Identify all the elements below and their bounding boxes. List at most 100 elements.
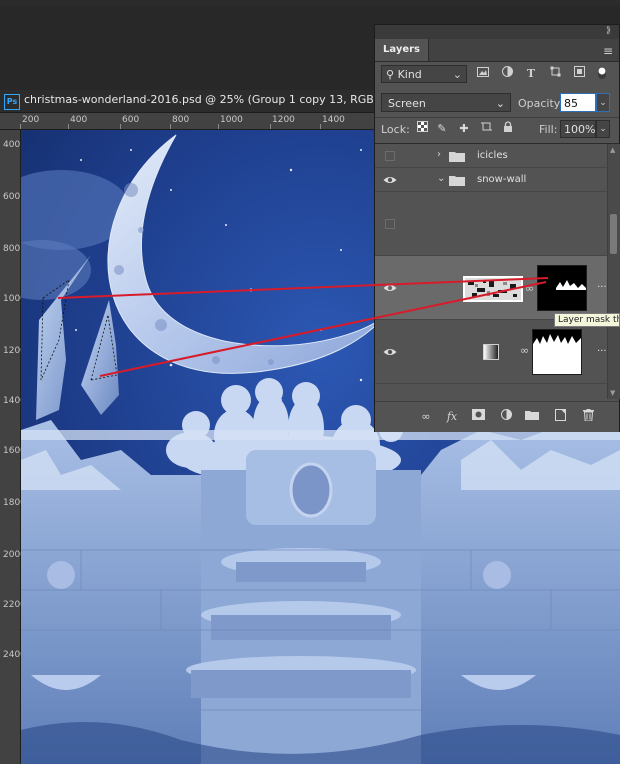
- fill-input[interactable]: 100%: [560, 120, 596, 138]
- eye-icon[interactable]: [383, 347, 397, 357]
- ruler-tick-label: 2200: [3, 600, 26, 610]
- shape-filter-icon[interactable]: [547, 65, 563, 83]
- lock-artboard-icon[interactable]: [479, 121, 493, 137]
- layers-bottom-toolbar: ∞ fx: [375, 401, 619, 432]
- ruler-mark: [170, 124, 171, 129]
- ruler-tick-label: 1000: [3, 294, 26, 304]
- panel-tab-bar: Layers ≡: [375, 39, 619, 62]
- chevron-right-icon[interactable]: ›: [437, 149, 441, 160]
- scrollbar-thumb[interactable]: [610, 214, 617, 254]
- adjustment-filter-icon[interactable]: [499, 65, 515, 83]
- adjustment-layer-icon[interactable]: [497, 409, 515, 425]
- ruler-tick-label: 200: [22, 115, 40, 125]
- chevron-down-icon: ⌄: [452, 68, 462, 81]
- layer-row-hidden[interactable]: [375, 192, 607, 256]
- ruler-mark: [218, 124, 219, 129]
- new-layer-icon[interactable]: [551, 409, 569, 425]
- ruler-tick-label: 2400: [3, 650, 26, 660]
- type-filter-icon[interactable]: T: [523, 65, 539, 83]
- trash-icon[interactable]: [579, 409, 597, 425]
- filter-kind-select[interactable]: ⚲ Kind ⌄: [381, 65, 467, 83]
- layer-mask-thumbnail[interactable]: [537, 265, 587, 311]
- folder-icon: [449, 151, 465, 162]
- ruler-mark: [120, 124, 121, 129]
- lock-transparent-pixels-icon[interactable]: [415, 121, 429, 137]
- panel-menu-icon[interactable]: ≡: [603, 44, 613, 58]
- lock-all-icon[interactable]: [501, 121, 515, 137]
- ruler-tick-label: 1200: [3, 346, 26, 356]
- fill-dropdown-icon[interactable]: ⌄: [596, 120, 610, 138]
- layer-thumbnail[interactable]: [463, 276, 523, 302]
- lock-label: Lock:: [381, 123, 410, 136]
- layer-name: snow-wall: [477, 174, 527, 185]
- tab-layers[interactable]: Layers: [375, 39, 429, 61]
- scroll-down-icon[interactable]: ▼: [610, 389, 615, 397]
- layers-scrollbar[interactable]: ▲ ▼: [607, 144, 620, 399]
- layer-row-selected[interactable]: ∞ ···: [375, 256, 607, 320]
- opacity-label: Opacity:: [518, 97, 564, 110]
- visibility-toggle-empty[interactable]: [385, 151, 395, 161]
- lock-image-pixels-icon[interactable]: ✎: [435, 121, 449, 137]
- ruler-tick-label: 1600: [3, 446, 26, 456]
- gradient-adjustment-icon[interactable]: [483, 344, 499, 360]
- blend-mode-value: Screen: [388, 97, 426, 110]
- filter-toggle-switch[interactable]: [597, 66, 607, 80]
- layers-panel[interactable]: ⟫ Layers ≡ ⚲ Kind ⌄ T Screen ⌄ Opacity: …: [374, 24, 620, 432]
- ruler-tick-label: 1800: [3, 498, 26, 508]
- blend-mode-select[interactable]: Screen ⌄: [381, 93, 511, 112]
- layer-row-snow-wall[interactable]: ⌄ snow-wall: [375, 168, 607, 192]
- eye-icon[interactable]: [383, 283, 397, 293]
- chevron-down-icon: ⌄: [495, 97, 505, 110]
- more-options-icon[interactable]: ···: [597, 346, 607, 357]
- layer-mask-thumbnail[interactable]: [532, 329, 582, 375]
- ruler-tick-label: 1400: [3, 396, 26, 406]
- pixel-filter-icon[interactable]: [475, 65, 491, 83]
- fill-label: Fill:: [539, 123, 558, 136]
- collapse-panels-icon[interactable]: ⟫: [606, 26, 611, 36]
- new-group-icon[interactable]: [523, 409, 541, 425]
- lock-bar: Lock: ✎ ✚ Fill: 100% ⌄: [375, 117, 619, 144]
- photoshop-icon: Ps: [4, 94, 20, 110]
- ruler-mark: [270, 124, 271, 129]
- layer-name: icicles: [477, 150, 508, 161]
- layer-filter-bar: ⚲ Kind ⌄ T: [375, 61, 619, 89]
- visibility-toggle-empty[interactable]: [385, 219, 395, 229]
- ruler-tick-label: 600: [122, 115, 140, 125]
- ruler-mark: [68, 124, 69, 129]
- eye-icon[interactable]: [383, 175, 397, 185]
- kind-label: Kind: [397, 68, 422, 81]
- layer-row-icicles[interactable]: › icicles: [375, 144, 607, 168]
- ruler-tick-label: 600: [3, 192, 21, 202]
- blend-options-bar: Screen ⌄ Opacity: 85 ⌄: [375, 89, 619, 118]
- ruler-tick-label: 800: [3, 244, 21, 254]
- chevron-down-icon[interactable]: ⌄: [437, 173, 445, 184]
- mask-link-icon[interactable]: ∞: [520, 344, 529, 357]
- opacity-input[interactable]: 85: [560, 93, 596, 112]
- smart-object-filter-icon[interactable]: [571, 65, 587, 83]
- mask-link-icon[interactable]: ∞: [525, 282, 534, 295]
- add-mask-icon[interactable]: [469, 409, 487, 425]
- ruler-mark: [320, 124, 321, 129]
- scroll-up-icon[interactable]: ▲: [610, 146, 615, 154]
- search-icon: ⚲: [386, 68, 395, 81]
- ruler-tick-label: 1200: [272, 115, 295, 125]
- ruler-corner: [0, 113, 21, 130]
- layer-mask-tooltip: Layer mask th: [554, 313, 620, 327]
- document-title: christmas-wonderland-2016.psd @ 25% (Gro…: [24, 93, 398, 106]
- opacity-dropdown-icon[interactable]: ⌄: [596, 93, 610, 112]
- ruler-tick-label: 2000: [3, 550, 26, 560]
- ruler-tick-label: 800: [172, 115, 190, 125]
- vertical-ruler[interactable]: 400 600 800 1000 1200 1400 1600 1800 200…: [0, 130, 26, 764]
- link-layers-icon[interactable]: ∞: [417, 409, 435, 425]
- layer-row-adjustment[interactable]: ∞ ···: [375, 320, 607, 384]
- more-options-icon[interactable]: ···: [597, 282, 607, 293]
- ruler-tick-label: 1400: [322, 115, 345, 125]
- lock-position-icon[interactable]: ✚: [457, 121, 471, 137]
- folder-open-icon: [449, 175, 465, 186]
- ruler-tick-label: 400: [3, 140, 21, 150]
- ruler-tick-label: 400: [70, 115, 88, 125]
- ruler-tick-label: 1000: [220, 115, 243, 125]
- ruler-mark: [20, 124, 21, 129]
- layers-list[interactable]: › icicles ⌄ snow-wall ∞ ··· ∞ ···: [375, 144, 607, 399]
- fx-icon[interactable]: fx: [443, 409, 461, 425]
